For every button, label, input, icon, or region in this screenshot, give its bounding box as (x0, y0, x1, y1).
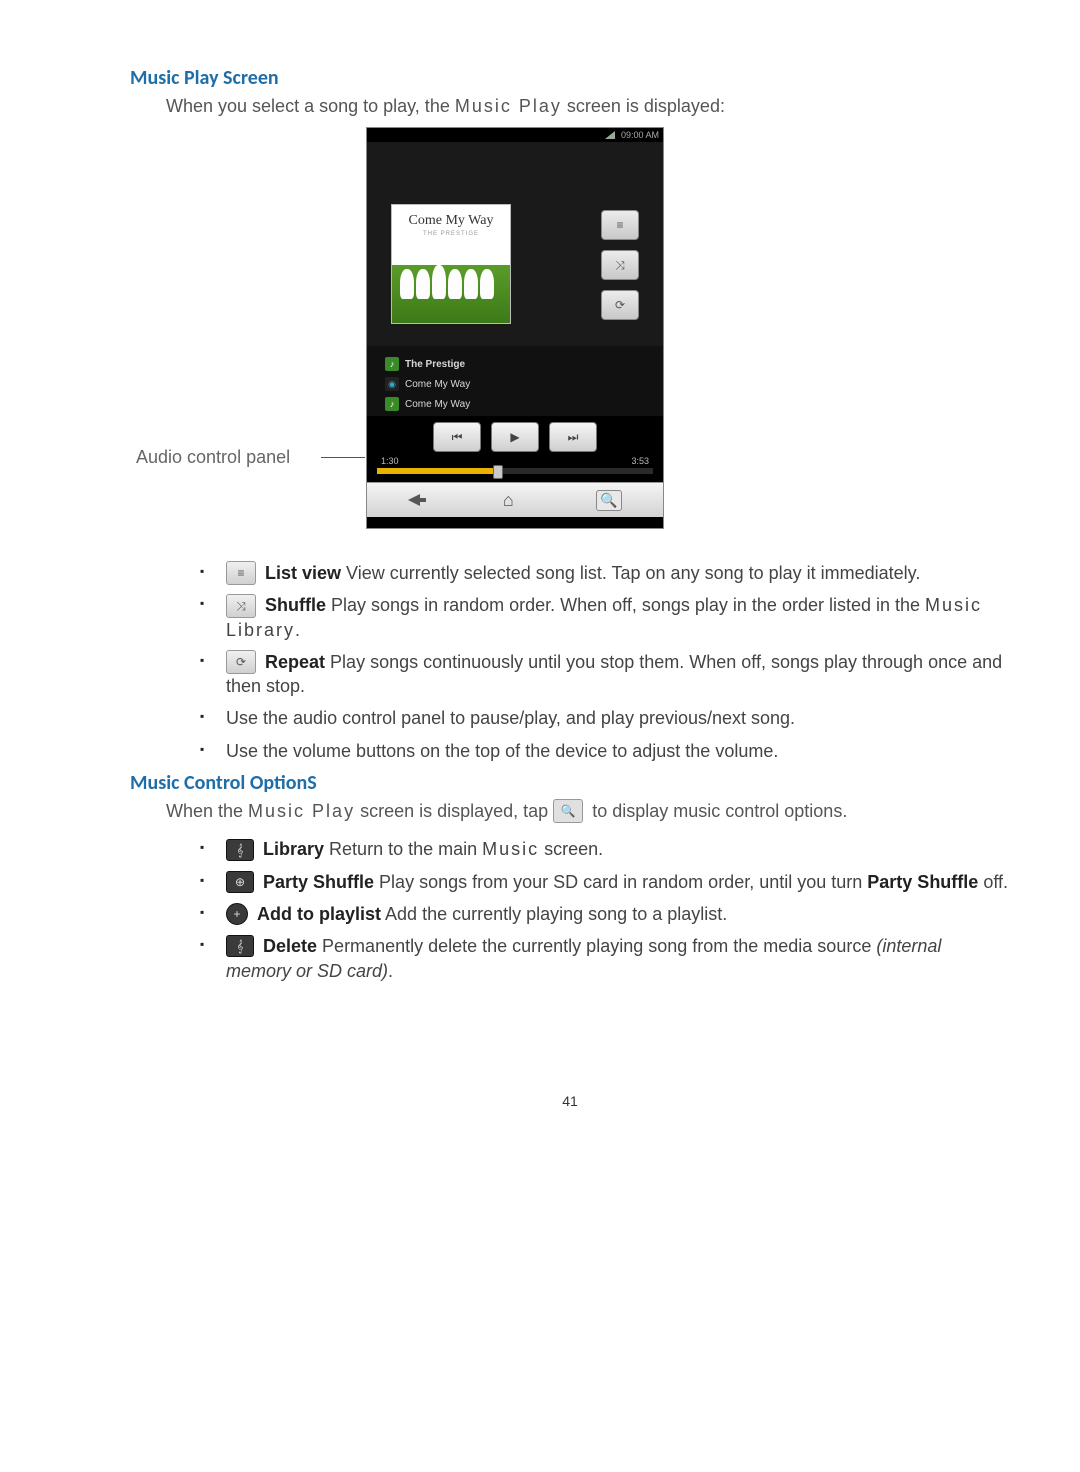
prev-button[interactable]: ⏮ (433, 422, 481, 452)
meta-artist-text: The Prestige (405, 359, 465, 370)
intro-text-b: screen is displayed: (562, 96, 725, 116)
list-view-button[interactable]: ≡ (601, 210, 639, 240)
term-music-play: Music Play (455, 96, 562, 116)
audio-control-panel: ⏮ ▶ ⏭ 1:30 3:53 (367, 416, 663, 482)
option-name: Delete (263, 936, 317, 956)
intro-text: When you select a song to play, the (166, 96, 455, 116)
now-playing-area: Come My Way THE PRESTIGE ≡ ⤨ ⟳ (367, 142, 663, 346)
album-art: Come My Way THE PRESTIGE (391, 204, 511, 324)
repeat-icon: ⟳ (226, 650, 256, 674)
feature-list-view: ≡ List view View currently selected song… (226, 561, 1010, 585)
progress-fill (377, 468, 493, 474)
intro-text-c: to display music control options. (592, 801, 847, 821)
meta-artist[interactable]: ♪ The Prestige (385, 354, 655, 374)
time-total: 3:53 (631, 456, 649, 466)
option-library: 𝄞 Library Return to the main Music scree… (226, 837, 1010, 861)
album-icon: ◉ (385, 377, 399, 391)
home-icon[interactable]: ⌂ (503, 490, 514, 511)
option-bold: Party Shuffle (867, 872, 978, 892)
intro-text-b: screen is displayed, tap (355, 801, 553, 821)
phone-mock: 09:00 AM Come My Way THE PRESTIGE ≡ ⤨ ⟳ … (366, 127, 664, 529)
shuffle-icon: ⤨ (226, 594, 256, 618)
option-desc: Play songs from your SD card in random o… (374, 872, 867, 892)
term-music-play: Music Play (248, 801, 355, 821)
option-desc: Add the currently playing song to a play… (381, 904, 727, 924)
next-button[interactable]: ⏭ (549, 422, 597, 452)
term-music: Music (482, 839, 539, 859)
meta-track-text: Come My Way (405, 399, 470, 410)
feature-desc: View currently selected song list. Tap o… (341, 563, 920, 583)
feature-list: ≡ List view View currently selected song… (166, 561, 1010, 763)
options-list: 𝄞 Library Return to the main Music scree… (166, 837, 1010, 982)
caption-leader-line (321, 457, 365, 458)
meta-album-text: Come My Way (405, 379, 470, 390)
figure-caption: Audio control panel (136, 447, 290, 468)
status-time: 09:00 AM (621, 130, 659, 140)
feature-desc: Play songs in random order. When off, so… (326, 595, 925, 615)
progress-knob[interactable] (493, 465, 503, 479)
section-heading-control-options: Music Control OptionS (130, 771, 1010, 795)
album-subtitle: THE PRESTIGE (392, 231, 510, 237)
list-view-icon: ≡ (226, 561, 256, 585)
signal-icon (605, 131, 615, 139)
album-art-graphic (392, 265, 510, 323)
add-to-playlist-icon: + (226, 903, 248, 925)
page-number: 41 (130, 1093, 1010, 1109)
back-icon[interactable] (408, 490, 420, 511)
feature-audio-panel: Use the audio control panel to pause/pla… (226, 706, 1010, 730)
repeat-button[interactable]: ⟳ (601, 290, 639, 320)
feature-desc: Use the audio control panel to pause/pla… (226, 708, 795, 728)
meta-track[interactable]: ♪ Come My Way (385, 394, 655, 414)
intro-paragraph-2: When the Music Play screen is displayed,… (166, 801, 1010, 823)
track-icon: ♪ (385, 397, 399, 411)
option-delete: 𝄞 Delete Permanently delete the currentl… (226, 934, 1010, 983)
meta-album[interactable]: ◉ Come My Way (385, 374, 655, 394)
time-elapsed: 1:30 (381, 456, 399, 466)
shuffle-button[interactable]: ⤨ (601, 250, 639, 280)
search-options-icon[interactable]: 🔍 (596, 490, 621, 511)
option-desc: Permanently delete the currently playing… (317, 936, 876, 956)
delete-icon: 𝄞 (226, 935, 254, 957)
intro-text: When the (166, 801, 248, 821)
library-icon: 𝄞 (226, 839, 254, 861)
feature-desc-b: . (295, 620, 300, 640)
feature-desc: Play songs continuously until you stop t… (226, 652, 1002, 696)
feature-repeat: ⟳ Repeat Play songs continuously until y… (226, 650, 1010, 699)
artist-icon: ♪ (385, 357, 399, 371)
bottom-nav: ⌂ 🔍 (367, 482, 663, 517)
figure-music-play: Audio control panel 09:00 AM Come My Way… (166, 127, 1010, 547)
section-heading-music-play: Music Play Screen (130, 66, 1010, 90)
status-bar: 09:00 AM (367, 128, 663, 142)
play-button[interactable]: ▶ (491, 422, 539, 452)
option-party-shuffle: ⊕ Party Shuffle Play songs from your SD … (226, 870, 1010, 894)
intro-paragraph-1: When you select a song to play, the Musi… (166, 96, 1010, 117)
option-name: Add to playlist (257, 904, 381, 924)
feature-name: List view (265, 563, 341, 583)
feature-volume: Use the volume buttons on the top of the… (226, 739, 1010, 763)
track-meta-list: ♪ The Prestige ◉ Come My Way ♪ Come My Way (367, 346, 663, 416)
option-desc: Return to the main (324, 839, 482, 859)
option-add-to-playlist: + Add to playlist Add the currently play… (226, 902, 1010, 926)
feature-desc: Use the volume buttons on the top of the… (226, 741, 778, 761)
option-name: Party Shuffle (263, 872, 374, 892)
option-desc-b: . (388, 961, 393, 981)
feature-shuffle: ⤨ Shuffle Play songs in random order. Wh… (226, 593, 1010, 642)
feature-name: Shuffle (265, 595, 326, 615)
option-desc-b: off. (978, 872, 1008, 892)
option-desc-b: screen. (539, 839, 603, 859)
feature-name: Repeat (265, 652, 325, 672)
album-title: Come My Way (392, 213, 510, 229)
search-options-icon-inline: 🔍 (553, 799, 583, 823)
progress-bar[interactable] (377, 468, 653, 474)
option-name: Library (263, 839, 324, 859)
party-shuffle-icon: ⊕ (226, 871, 254, 893)
